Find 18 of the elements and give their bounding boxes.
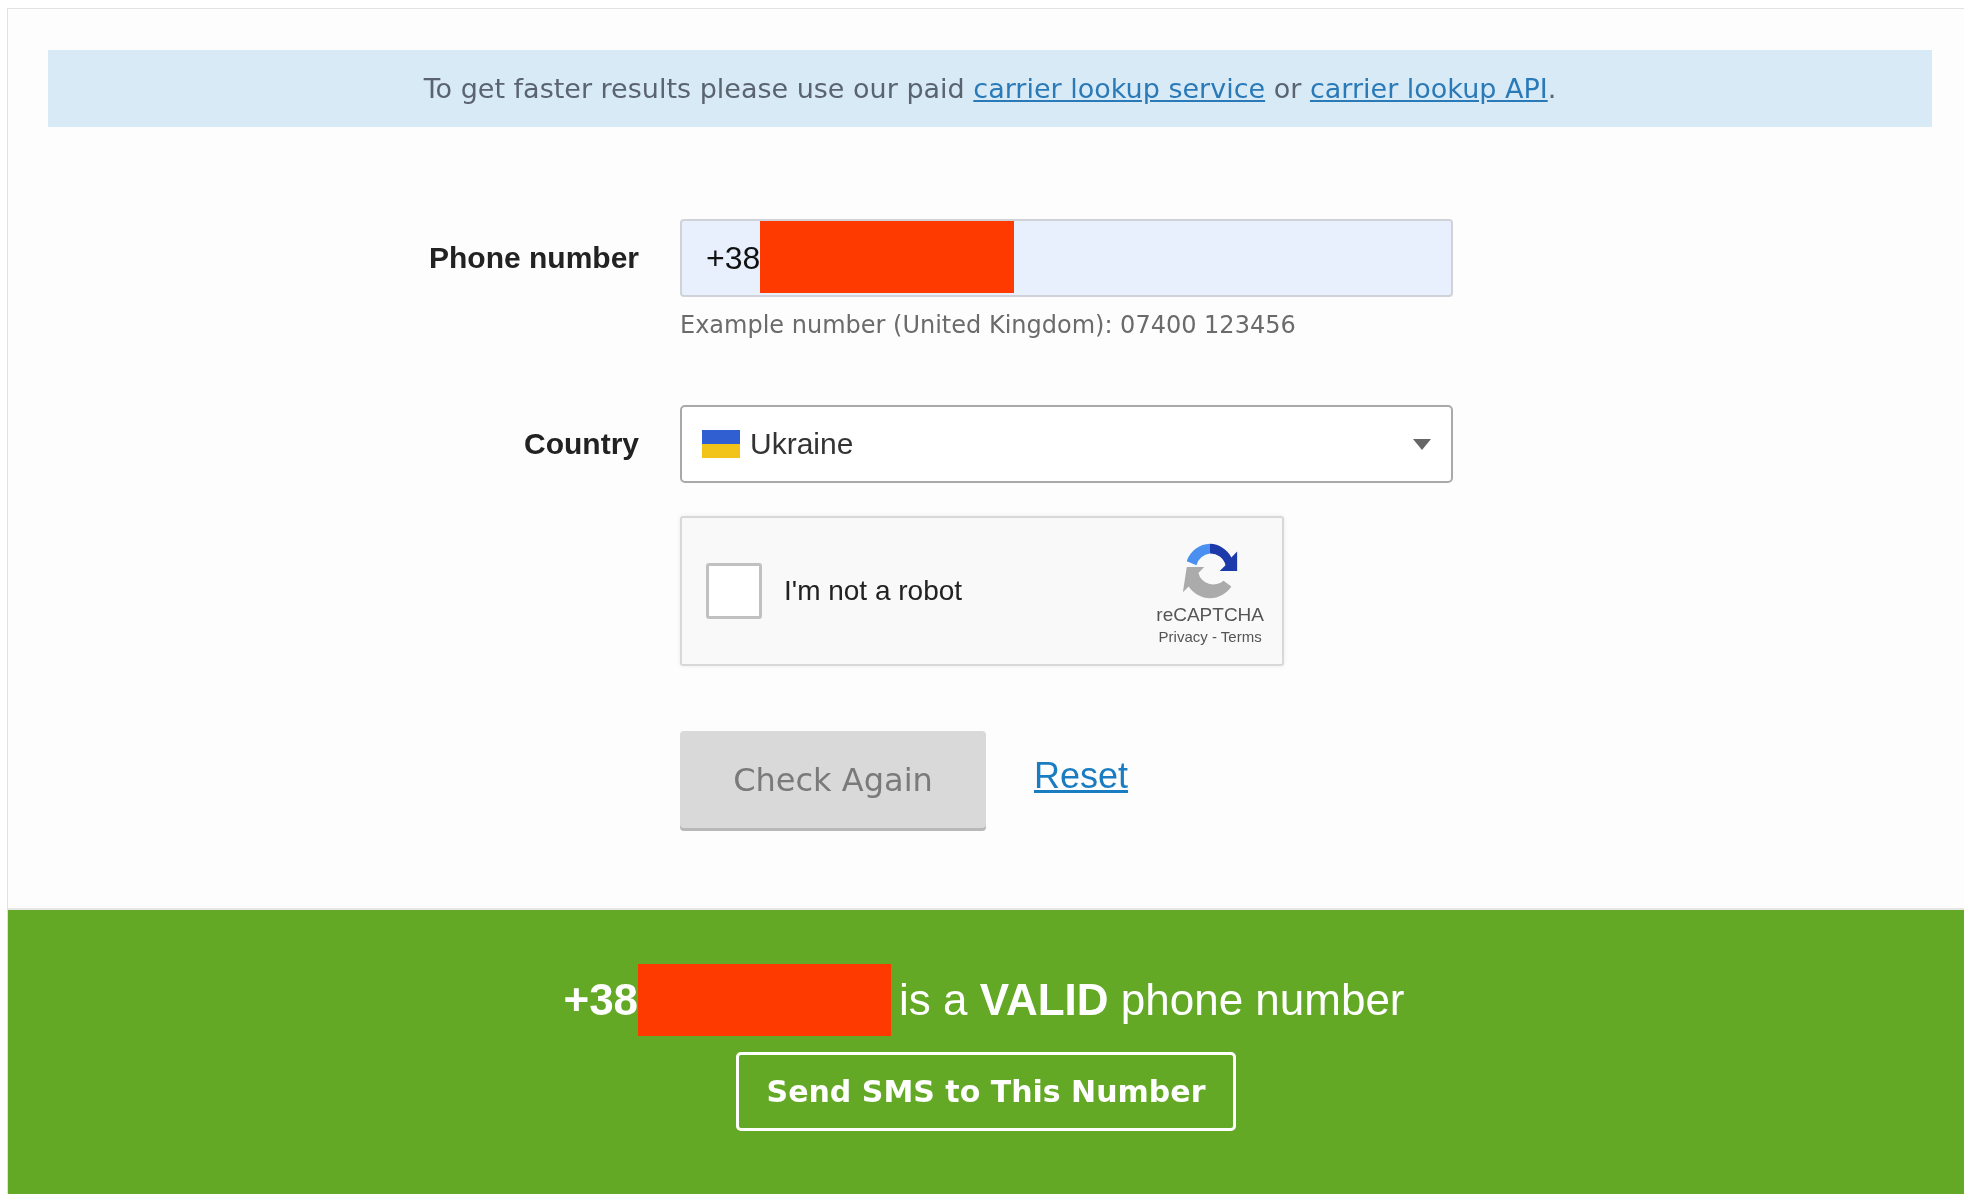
phone-input-field[interactable]: +38 — [680, 219, 1453, 297]
flag-icon — [702, 430, 740, 458]
example-hint: Example number (United Kingdom): 07400 123456 — [680, 311, 1297, 339]
captcha-label: I'm not a robot — [784, 575, 963, 607]
banner-link[interactable]: carrier lookup service — [973, 73, 1266, 104]
result-message: is a VALID phone number — [899, 975, 1405, 1025]
privacy-terms-links[interactable]: Privacy - Terms — [1158, 627, 1262, 645]
reset-link[interactable]: Reset — [1034, 754, 1129, 797]
recaptcha-brand: reCAPTCHA — [1156, 603, 1264, 626]
phone-number: +38 — [563, 975, 639, 1025]
country-select[interactable]: Ukraine — [680, 405, 1453, 483]
captcha-checkbox[interactable] — [706, 563, 762, 619]
field-label: Country — [524, 427, 639, 461]
caret-icon — [1413, 438, 1431, 450]
send-sms-button[interactable]: Send SMS to This Number — [736, 1052, 1236, 1131]
field-label: Phone number — [429, 241, 639, 275]
banner-link[interactable]: carrier lookup API — [1309, 73, 1548, 104]
banner-message: To get faster results please use our paid carrier lookup service or carrier lookup API. — [423, 73, 1557, 104]
